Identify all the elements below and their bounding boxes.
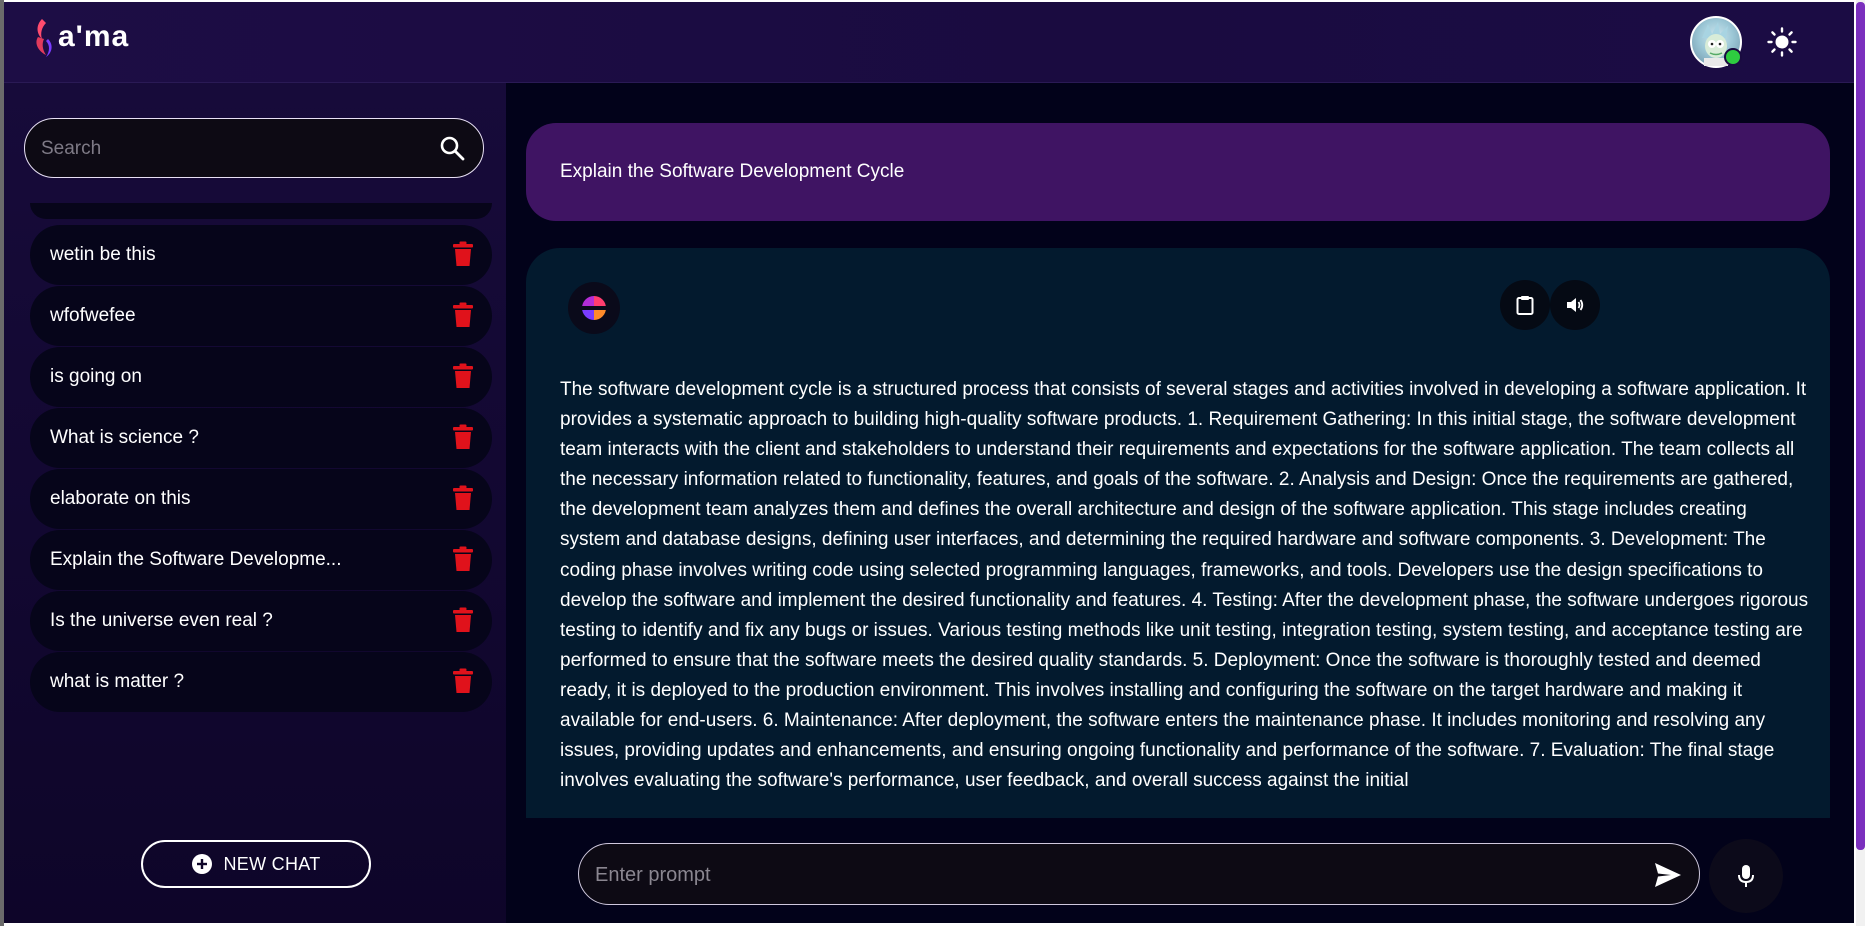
search-input[interactable] (39, 119, 423, 179)
chat-item[interactable]: what is matter ? (30, 652, 492, 712)
theme-toggle-button[interactable] (1766, 26, 1798, 58)
send-icon[interactable] (1653, 860, 1683, 890)
logo-text: a'ma (58, 20, 130, 53)
new-chat-label: NEW CHAT (223, 853, 321, 874)
bot-logo-icon (582, 296, 606, 320)
bot-avatar (568, 282, 620, 334)
user-message-bubble: Explain the Software Development Cycle (526, 123, 1830, 221)
plus-circle-icon (192, 854, 213, 874)
top-header: a'ma (4, 2, 1854, 83)
microphone-icon (1738, 865, 1754, 887)
logo-mark-icon (36, 19, 52, 57)
speaker-icon (1567, 298, 1584, 312)
user-avatar[interactable] (1690, 16, 1742, 68)
chat-item[interactable]: wfofwefee (30, 286, 492, 346)
sidebar: wetin be this wfofwefee is going on (4, 83, 506, 923)
search-box (24, 118, 484, 179)
trash-icon[interactable] (452, 424, 474, 450)
sun-icon (1767, 27, 1797, 57)
chat-item-label: What is science ? (50, 427, 199, 448)
chat-history-list: wetin be this wfofwefee is going on What… (30, 203, 496, 893)
chat-item-label: wfofwefee (50, 305, 136, 326)
trash-icon[interactable] (452, 485, 474, 511)
chat-item-partial[interactable] (30, 203, 492, 219)
app-logo[interactable]: a'ma (32, 14, 129, 60)
chat-item[interactable]: elaborate on this (30, 469, 492, 529)
chat-item[interactable]: Is the universe even real ? (30, 591, 492, 651)
new-chat-button[interactable]: NEW CHAT (141, 840, 371, 888)
prompt-input[interactable] (593, 844, 1627, 906)
copy-button[interactable] (1500, 280, 1550, 330)
chat-item[interactable]: is going on (30, 347, 492, 407)
trash-icon[interactable] (452, 241, 474, 267)
chat-item-label: Explain the Software Developme... (50, 549, 342, 570)
chat-item-label: Is the universe even real ? (50, 610, 273, 631)
trash-icon[interactable] (452, 363, 474, 389)
chat-item-label: is going on (50, 366, 142, 387)
chat-item[interactable]: What is science ? (30, 408, 492, 468)
trash-icon[interactable] (452, 302, 474, 328)
chat-panel: Explain the Software Development Cycle T… (506, 83, 1854, 923)
trash-icon[interactable] (452, 546, 474, 572)
microphone-button[interactable] (1709, 839, 1783, 913)
search-icon[interactable] (439, 135, 465, 161)
bot-message-bubble: The software development cycle is a stru… (526, 248, 1830, 818)
chat-item-label: wetin be this (50, 244, 156, 265)
bot-message-text: The software development cycle is a stru… (560, 379, 1809, 792)
clipboard-icon (1516, 296, 1534, 315)
chat-item[interactable]: Explain the Software Developme... (30, 530, 492, 590)
chat-item-label: what is matter ? (50, 671, 185, 692)
scrollbar-thumb[interactable] (1856, 2, 1865, 850)
chat-item[interactable]: wetin be this (30, 225, 492, 285)
read-aloud-button[interactable] (1550, 280, 1600, 330)
app-window: a'ma Search wetin be this wfofwefee is g… (4, 2, 1854, 923)
prompt-box (578, 843, 1700, 906)
online-status-dot (1724, 48, 1742, 66)
chat-item-label: elaborate on this (50, 488, 191, 509)
user-message-text: Explain the Software Development Cycle (560, 161, 905, 182)
trash-icon[interactable] (452, 607, 474, 633)
trash-icon[interactable] (452, 668, 474, 694)
